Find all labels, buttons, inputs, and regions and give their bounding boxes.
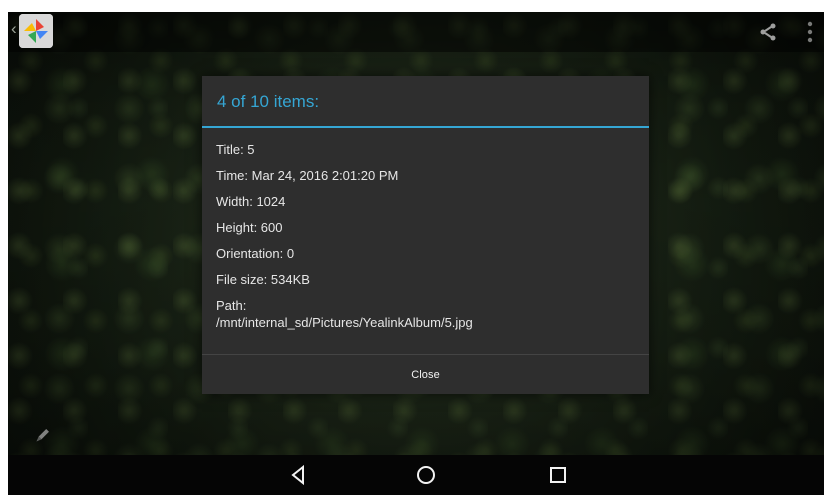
detail-orientation: Orientation: 0 [216,246,295,261]
path-label: Path: [216,298,247,313]
detail-path: Path: /mnt/internal_sd/Pictures/YealinkA… [216,298,636,331]
back-chevron-icon[interactable]: ‹ [11,20,17,37]
detail-height: Height: 600 [216,220,283,235]
details-dialog: 4 of 10 items: Title: 5 Time: Mar 24, 20… [202,76,649,394]
top-action-bar: ‹ [8,12,824,52]
details-list: Title: 5 Time: Mar 24, 2016 2:01:20 PM W… [216,142,636,331]
system-navigation-bar [8,455,824,495]
path-value: /mnt/internal_sd/Pictures/YealinkAlbum/5… [216,315,473,330]
dialog-title: 4 of 10 items: [217,92,320,111]
home-icon[interactable] [414,463,438,487]
detail-title: Title: 5 [216,142,255,157]
dialog-header: 4 of 10 items: [202,76,649,128]
overflow-menu-icon[interactable] [805,19,815,45]
share-icon[interactable] [756,20,780,44]
back-icon[interactable] [286,463,310,487]
app-icon[interactable] [19,14,53,48]
detail-width: Width: 1024 [216,194,286,209]
dialog-footer: Close [202,354,649,394]
edit-icon[interactable] [32,424,54,446]
close-button[interactable]: Close [202,355,649,394]
recent-apps-icon[interactable] [546,463,570,487]
detail-time: Time: Mar 24, 2016 2:01:20 PM [216,168,399,183]
gallery-screen: ‹ 4 of 10 items: Title: 5 Time: Mar 24, … [8,12,824,495]
detail-file-size: File size: 534KB [216,272,310,287]
